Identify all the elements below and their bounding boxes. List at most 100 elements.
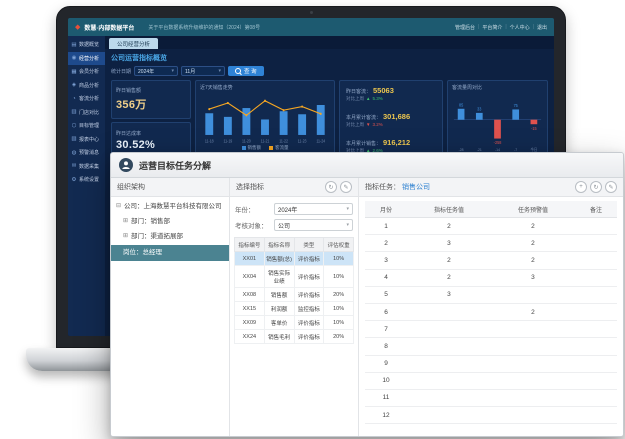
divider: | [478,24,479,30]
cell [407,303,491,320]
sidebar-item-3[interactable]: ◈商品分析 [68,79,105,93]
year-select-value: 2024年 [138,68,154,75]
org-panel: 组织架构 ⊟公司：上海数慧平台科技有限公司⊞部门：销售部⊞部门：渠道拓展部岗位：… [111,178,230,436]
org-tree-item-3[interactable]: 岗位：总经理 [111,245,229,260]
org-tree: ⊟公司：上海数慧平台科技有限公司⊞部门：销售部⊞部门：渠道拓展部岗位：总经理 [111,197,229,261]
cell [575,338,617,355]
sidebar-item-6[interactable]: ⬡目标管理 [68,119,105,133]
org-tree-item-2[interactable]: ⊞部门：渠道拓展部 [111,230,229,245]
legend-swatch-icon [269,146,273,150]
query-button[interactable]: 查 询 [228,66,264,76]
org-tree-item-label: 岗位：总经理 [123,249,162,257]
menu-icon: ⬡ [71,123,77,129]
sidebar-item-0[interactable]: ▤数据概览 [68,38,105,52]
year-select[interactable]: 2024年 ▾ [134,66,178,76]
cell: 2 [491,252,575,269]
month-select-value: 11月 [185,68,195,75]
header-link-1[interactable]: 平台简介 [482,24,502,31]
x-tick-label: 11-23 [298,139,307,143]
sidebar-item-label: 数据概览 [79,41,99,48]
month-select[interactable]: 11月 ▾ [181,66,225,76]
kpi-stat-compare: 对比上周▼3.2% [346,122,436,128]
kpi-stat-value: 55063 [373,86,394,95]
menu-icon: ✉ [71,163,77,169]
sidebar-item-10[interactable]: ⚙系统设置 [68,173,105,187]
sidebar-item-5[interactable]: ▥门店对比 [68,106,105,120]
cell: 5 [365,286,407,303]
bar [494,120,501,139]
table-row[interactable]: 12 [365,407,617,424]
task-header-icons: +↻✎ [575,181,617,193]
cell [407,372,491,389]
cell: XX15 [235,302,265,316]
tree-toggle-icon[interactable]: ⊞ [123,218,128,226]
compare-label: 对比上周 [346,96,364,102]
bar-label: 33 [477,106,482,111]
table-row[interactable]: XX04销售实际业绩评价指标10% [235,266,354,288]
cell: XX01 [235,252,265,266]
table-row[interactable]: XX09客单价评价指标10% [235,316,354,330]
cell [575,303,617,320]
object-select[interactable]: 公司 ▾ [274,219,353,231]
sidebar-item-1[interactable]: ◉经营分析 [68,52,105,66]
add-icon[interactable]: + [575,181,587,193]
refresh-icon[interactable]: ↻ [590,181,602,193]
bar [531,120,538,125]
sidebar-item-label: 客流分析 [79,95,99,102]
cell [491,286,575,303]
tab-company-analysis[interactable]: 公司经营分析 [109,38,158,50]
cell: 20% [324,288,354,302]
table-row[interactable]: 322 [365,252,617,269]
header-link-0[interactable]: 管理后台 [455,24,475,31]
edit-icon[interactable]: ✎ [340,181,352,193]
sidebar-item-7[interactable]: ▧报表中心 [68,133,105,147]
table-row[interactable]: XX01销售额(总)评价指标10% [235,252,354,266]
legend-label: 客流量 [275,145,289,151]
table-row[interactable]: 122 [365,218,617,235]
table-row[interactable]: 10 [365,372,617,389]
task-decompose-window: 运营目标任务分解 组织架构 ⊟公司：上海数慧平台科技有限公司⊞部门：销售部⊞部门… [110,152,624,437]
query-button-label: 查 询 [244,67,257,75]
cell: 评价指标 [294,288,324,302]
tree-toggle-icon[interactable]: ⊟ [116,203,121,211]
table-row[interactable]: XX24销售毛利评价指标20% [235,330,354,344]
table-row[interactable]: 7 [365,321,617,338]
table-row[interactable]: 62 [365,303,617,320]
cell: 3 [407,286,491,303]
menu-icon: ◉ [71,55,77,61]
table-row[interactable]: 232 [365,235,617,252]
column-header: 类型 [294,238,324,252]
org-tree-item-label: 部门：销售部 [131,218,170,226]
window-year-select[interactable]: 2024年 ▾ [274,203,353,215]
line-series [209,101,320,115]
refresh-icon[interactable]: ↻ [325,181,337,193]
table-header-row: 指标编号指标名称类型评估权重 [235,238,354,252]
table-row[interactable]: XX08销售额评价指标20% [235,288,354,302]
table-row[interactable]: XX15利润额监控指标10% [235,302,354,316]
sidebar-item-2[interactable]: ▦会员分析 [68,65,105,79]
org-tree-item-label: 公司：上海数慧平台科技有限公司 [124,203,222,211]
bar [224,117,232,135]
table-row[interactable]: 9 [365,355,617,372]
window-titlebar: 运营目标任务分解 [111,153,623,178]
sidebar-item-8[interactable]: ◍预警消息 [68,146,105,160]
sidebar-item-9[interactable]: ✉数据采集 [68,160,105,174]
cell [491,355,575,372]
cell: 销售实际业绩 [264,266,294,288]
cell: 12 [365,407,407,424]
header-link-2[interactable]: 个人中心 [510,24,530,31]
table-row[interactable]: 8 [365,338,617,355]
table-row[interactable]: 11 [365,389,617,406]
table-row[interactable]: 423 [365,269,617,286]
window-title: 运营目标任务分解 [139,159,211,172]
kpi-cards-column: 昨日销售额 356万 昨日达成率 30.52% [111,80,191,160]
cell [491,321,575,338]
edit-icon[interactable]: ✎ [605,181,617,193]
sidebar-item-4[interactable]: ◔客流分析 [68,92,105,106]
cell: 销售毛利 [264,330,294,344]
org-tree-item-0[interactable]: ⊟公司：上海数慧平台科技有限公司 [111,199,229,214]
header-link-3[interactable]: 退出 [537,24,547,31]
org-tree-item-1[interactable]: ⊞部门：销售部 [111,214,229,229]
table-row[interactable]: 53 [365,286,617,303]
tree-toggle-icon[interactable]: ⊞ [123,233,128,241]
